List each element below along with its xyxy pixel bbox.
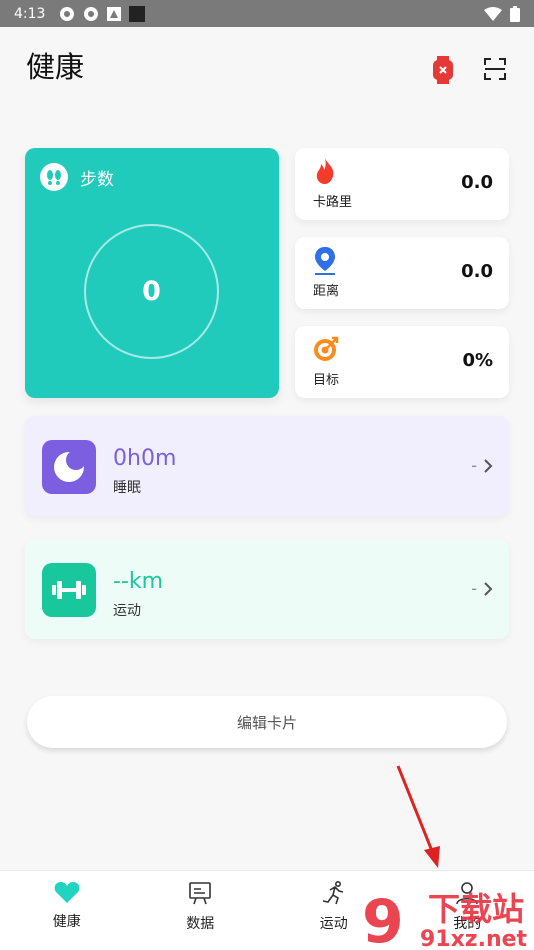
moon-icon <box>42 440 96 494</box>
sleep-value: 0h0m <box>113 446 177 471</box>
calories-value: 0.0 <box>461 172 493 193</box>
steps-progress-ring: 0 <box>84 224 219 359</box>
sleep-trail: - <box>471 456 477 475</box>
goal-value: 0% <box>462 350 493 371</box>
watermark-logo: 9 下载站 91xz.net <box>362 887 528 950</box>
square-notification-icon <box>129 5 146 22</box>
scan-icon[interactable] <box>484 58 506 84</box>
svg-text:9: 9 <box>362 887 404 950</box>
distance-value: 0.0 <box>461 261 493 282</box>
nav-label-data: 数据 <box>186 916 215 932</box>
status-bar: 4:13 <box>0 0 534 27</box>
watch-disconnected-icon[interactable] <box>432 56 454 88</box>
exercise-detail-link[interactable]: - <box>471 579 493 598</box>
steps-label: 步数 <box>80 169 114 190</box>
nav-item-data[interactable]: 数据 <box>134 871 268 950</box>
exercise-label: 运动 <box>113 603 141 619</box>
goal-label: 目标 <box>313 373 340 388</box>
steps-value: 0 <box>142 276 161 307</box>
svg-text:91xz.net: 91xz.net <box>420 927 528 950</box>
nav-label-exercise: 运动 <box>319 916 348 932</box>
vpn-icon <box>84 6 99 21</box>
chart-board-icon <box>189 882 212 905</box>
runner-icon <box>322 881 343 905</box>
page-title: 健康 <box>26 50 85 84</box>
status-time: 4:13 <box>14 5 46 22</box>
calories-label: 卡路里 <box>313 195 353 210</box>
exercise-value: --km <box>113 569 164 594</box>
flame-icon <box>316 158 334 184</box>
annotation-arrow <box>396 765 440 868</box>
vpn-icon <box>60 6 75 21</box>
heart-icon <box>54 882 80 903</box>
chevron-right-icon <box>484 581 493 596</box>
dumbbell-icon <box>42 563 96 617</box>
exercise-trail: - <box>471 579 477 598</box>
battery-icon <box>510 5 520 22</box>
location-pin-icon <box>315 247 335 275</box>
wifi-icon <box>484 6 502 21</box>
steps-card[interactable]: 步数 0 <box>25 148 279 398</box>
calories-card[interactable]: 卡路里 0.0 <box>295 148 509 220</box>
distance-label: 距离 <box>313 284 340 299</box>
svg-text:下载站: 下载站 <box>428 890 524 928</box>
exercise-card[interactable]: --km 运动 - <box>25 539 509 639</box>
chevron-right-icon <box>484 458 493 473</box>
target-icon <box>314 336 339 361</box>
sleep-label: 睡眠 <box>113 480 141 496</box>
goal-card[interactable]: 目标 0% <box>295 326 509 398</box>
app-notification-icon <box>107 6 122 21</box>
status-notification-icons <box>59 5 146 22</box>
footprints-icon <box>40 163 68 191</box>
sleep-card[interactable]: 0h0m 睡眠 - <box>25 416 509 516</box>
nav-item-health[interactable]: 健康 <box>0 871 134 950</box>
sleep-detail-link[interactable]: - <box>471 456 493 475</box>
edit-cards-button[interactable]: 编辑卡片 <box>27 696 507 748</box>
distance-card[interactable]: 距离 0.0 <box>295 237 509 309</box>
nav-label-health: 健康 <box>52 914 81 930</box>
